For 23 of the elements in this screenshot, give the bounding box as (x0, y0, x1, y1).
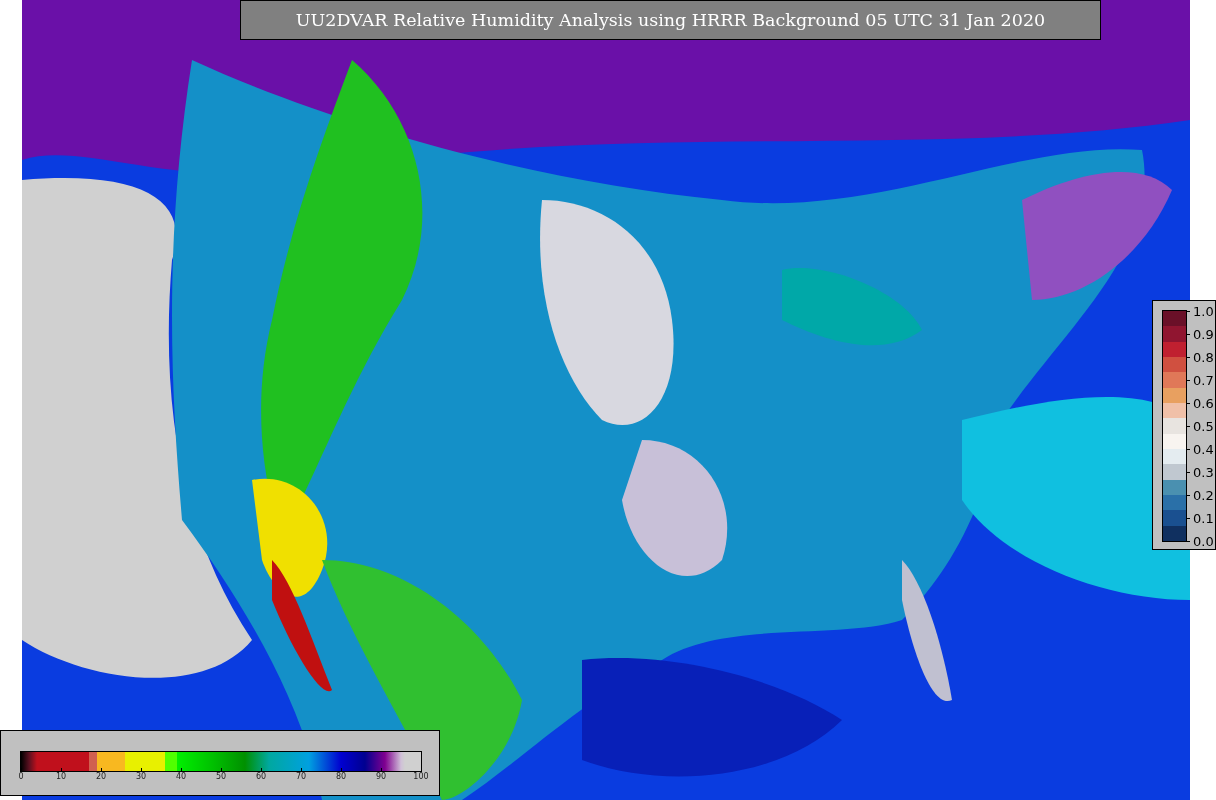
tick-label: 90 (375, 773, 387, 781)
tick-label: 20 (95, 773, 107, 781)
tick-label: 0.7 (1193, 373, 1214, 387)
tick-label: 0.8 (1193, 350, 1214, 364)
tick-label: 50 (215, 773, 227, 781)
tick-label: 0.4 (1193, 442, 1214, 456)
title-banner: UU2DVAR Relative Humidity Analysis using HRRR Background 05 UTC 31 Jan 2020 (240, 0, 1101, 40)
tick-label: 0.9 (1193, 327, 1214, 341)
tick-label: 30 (135, 773, 147, 781)
tick-label: 1.0 (1193, 304, 1214, 318)
tick-label: 40 (175, 773, 187, 781)
tick-label: 70 (295, 773, 307, 781)
tick-label: 80 (335, 773, 347, 781)
tick-label: 0.6 (1193, 396, 1214, 410)
tick-label: 0 (18, 773, 24, 781)
tick-label: 0.5 (1193, 419, 1214, 433)
tick-label: 10 (55, 773, 67, 781)
tick-label: 0.0 (1193, 534, 1214, 548)
tick-label: 100 (413, 773, 429, 781)
tick-label: 0.1 (1193, 511, 1214, 525)
tick-label: 0.2 (1193, 488, 1214, 502)
tick-label: 0.3 (1193, 465, 1214, 479)
tick-label: 60 (255, 773, 267, 781)
